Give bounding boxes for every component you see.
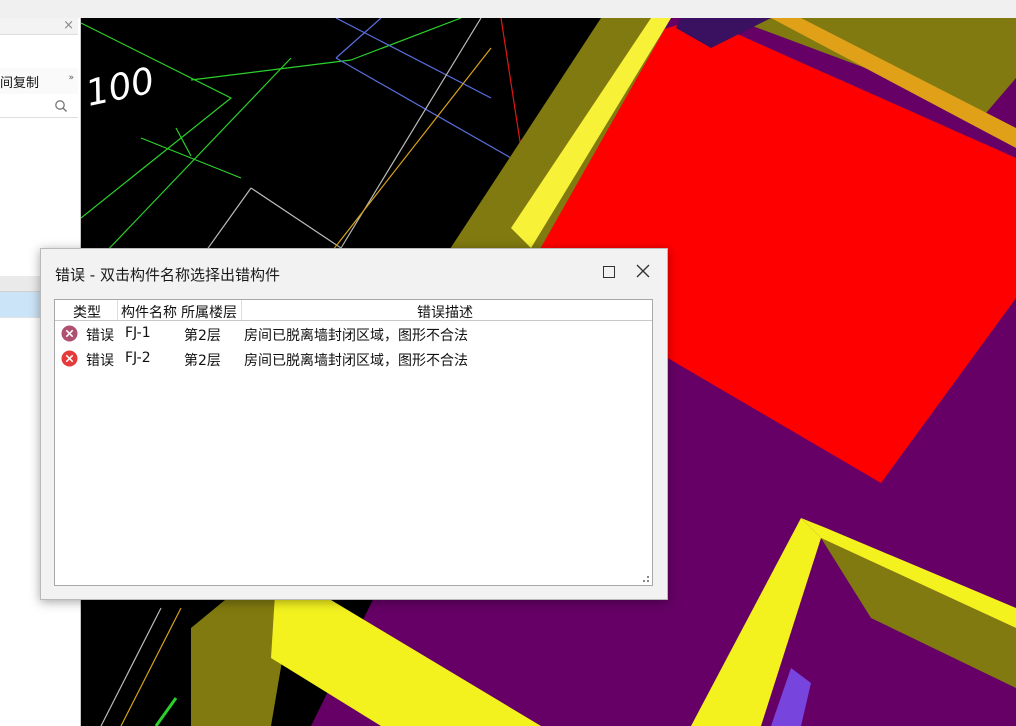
column-header-description[interactable]: 错误描述 <box>417 302 473 322</box>
column-divider[interactable] <box>241 300 242 320</box>
close-icon[interactable]: × <box>63 18 74 33</box>
cell-description: 房间已脱离墙封闭区域，图形不合法 <box>244 328 468 344</box>
cell-name[interactable]: FJ-1 <box>125 325 151 341</box>
more-icon[interactable]: » <box>68 73 74 83</box>
maximize-icon[interactable] <box>603 266 615 278</box>
column-header-name[interactable]: 构件名称 <box>121 302 177 322</box>
copy-button[interactable]: 间复制 <box>0 72 39 91</box>
error-icon-muted <box>61 325 78 342</box>
left-panel-toolbar: 间复制 » <box>0 68 78 94</box>
search-icon[interactable] <box>54 99 68 113</box>
error-dialog: 错误 - 双击构件名称选择出错构件 类型 构件名称 所属楼层 错误描述 错误 F… <box>40 248 668 600</box>
cell-description: 房间已脱离墙封闭区域，图形不合法 <box>244 353 468 369</box>
column-header-floor[interactable]: 所属楼层 <box>181 302 237 322</box>
cell-floor: 第2层 <box>184 353 221 369</box>
close-icon[interactable] <box>635 263 651 279</box>
cell-floor: 第2层 <box>184 328 221 344</box>
cell-name[interactable]: FJ-2 <box>125 350 151 366</box>
column-header-type[interactable]: 类型 <box>73 302 101 322</box>
table-row[interactable]: 错误 FJ-1 第2层 房间已脱离墙封闭区域，图形不合法 <box>55 322 652 346</box>
column-divider[interactable] <box>117 300 118 320</box>
cell-type: 错误 <box>86 353 114 369</box>
search-input[interactable] <box>0 97 78 118</box>
cell-type: 错误 <box>86 328 114 344</box>
table-header: 类型 构件名称 所属楼层 错误描述 <box>55 300 652 321</box>
top-bar <box>0 0 1016 18</box>
table-row[interactable]: 错误 FJ-2 第2层 房间已脱离墙封闭区域，图形不合法 <box>55 347 652 371</box>
dialog-title: 错误 - 双击构件名称选择出错构件 <box>55 266 280 284</box>
resize-grip-icon[interactable] <box>640 573 650 583</box>
error-table: 类型 构件名称 所属楼层 错误描述 错误 FJ-1 第2层 房间已脱离墙封闭区域… <box>54 299 653 586</box>
error-icon <box>61 350 78 367</box>
